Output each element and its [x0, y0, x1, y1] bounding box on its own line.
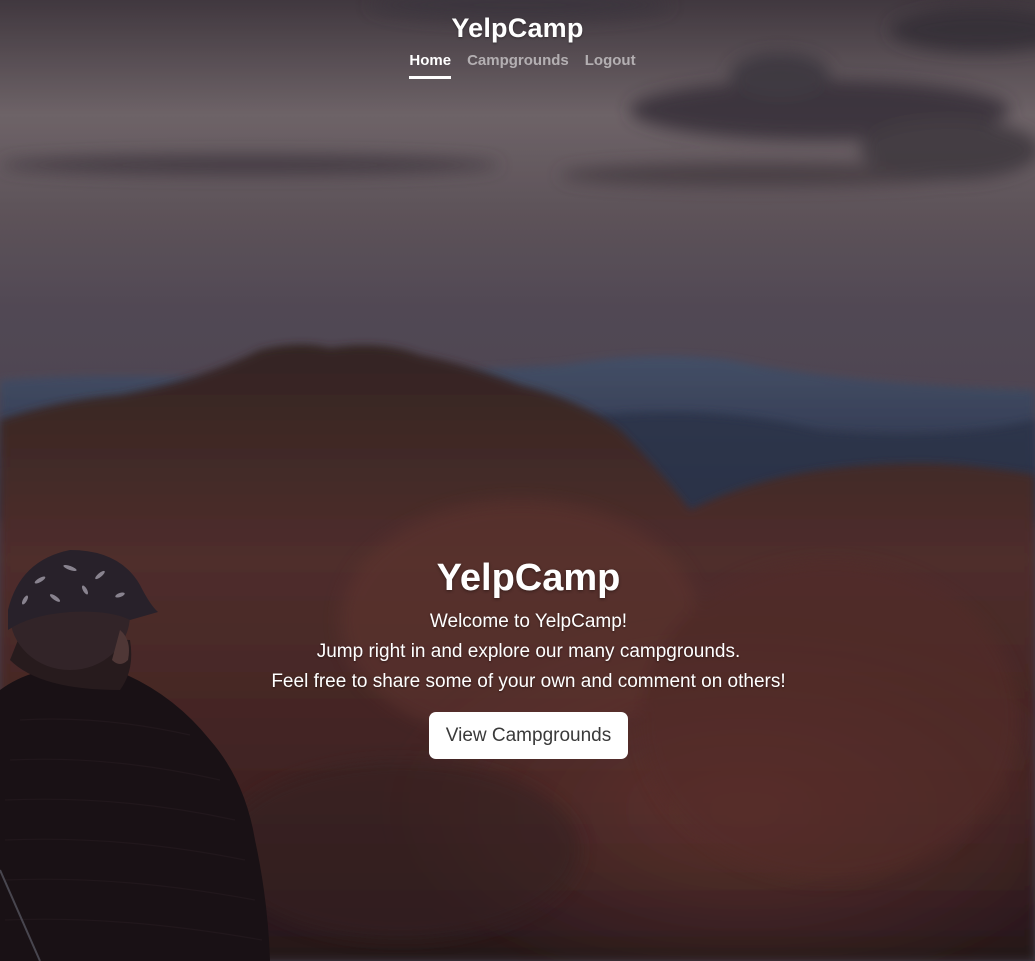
nav-link-home[interactable]: Home — [409, 51, 452, 79]
hero-explore-text: Jump right in and explore our many campg… — [316, 641, 741, 662]
hero-share-text: Feel free to share some of your own and … — [271, 671, 786, 692]
hero-section: YelpCamp Welcome to YelpCamp! Jump right… — [0, 552, 1035, 759]
hero-welcome-text: Welcome to YelpCamp! — [429, 611, 628, 632]
view-campgrounds-button[interactable]: View Campgrounds — [428, 712, 629, 759]
brand-title: YelpCamp — [451, 13, 584, 43]
background-photo — [0, 0, 1035, 961]
nav-link-campgrounds[interactable]: Campgrounds — [467, 51, 569, 79]
nav-link-logout[interactable]: Logout — [585, 51, 636, 79]
hero-title: YelpCamp — [436, 557, 621, 599]
site-header: YelpCamp Home Campgrounds Logout — [0, 0, 1035, 79]
main-nav: Home Campgrounds Logout — [0, 51, 1035, 79]
landing-page: YelpCamp Home Campgrounds Logout YelpCam… — [0, 0, 1035, 961]
